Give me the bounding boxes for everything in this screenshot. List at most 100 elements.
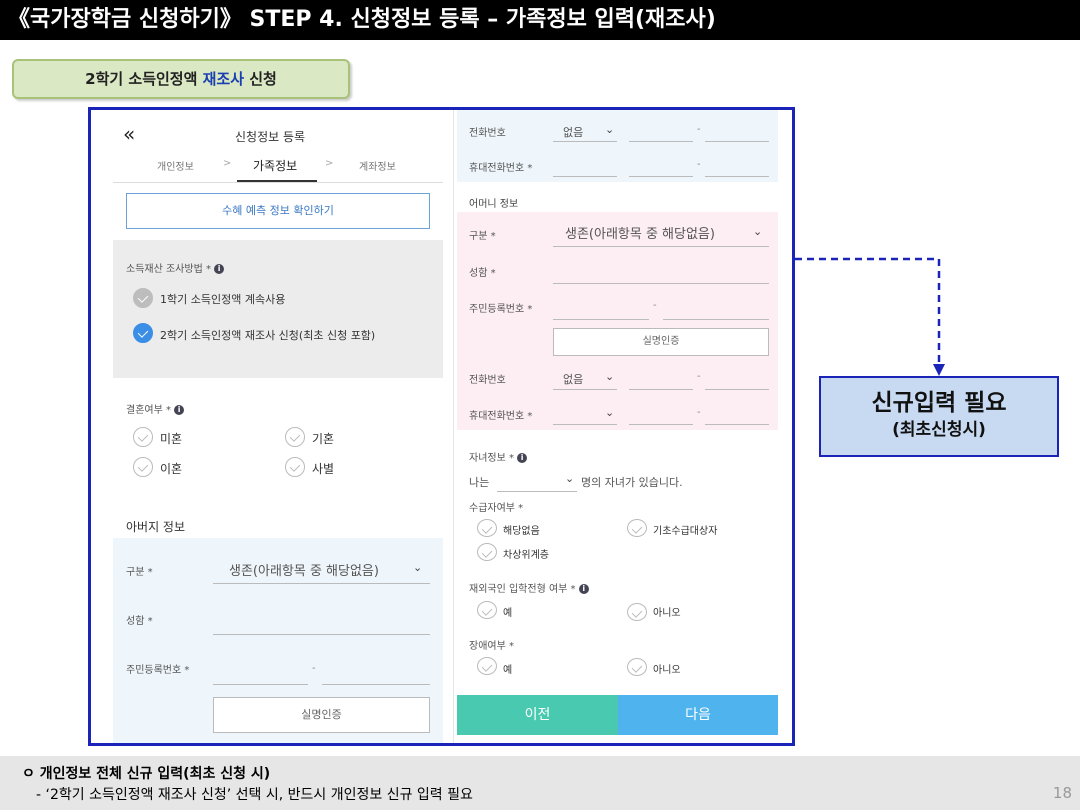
radio-survey-reinvestigate[interactable] (133, 323, 153, 343)
overseas-no: 아니오 (653, 608, 681, 619)
section-tag: 2학기 소득인정액 재조사 신청 (12, 59, 350, 99)
info-icon: i (517, 453, 528, 463)
children-label: 자녀정보 * i (469, 449, 528, 464)
next-button[interactable]: 다음 (618, 695, 778, 735)
radio-survey-keep[interactable] (133, 288, 153, 308)
app-title: 신청정보 등록 (235, 130, 306, 144)
mother-mobile-prefix-select[interactable] (553, 424, 617, 425)
radio-welfare-nearpoor[interactable] (477, 543, 497, 561)
app-screenshot-frame: « 신청정보 등록 개인정보 > 가족정보 > 계좌정보 수혜 예측 정보 확인… (88, 107, 795, 746)
step-account[interactable]: 계좌정보 (359, 158, 396, 173)
welfare-basic: 기초수급대상자 (653, 526, 718, 537)
father-phone-label: 전화번호 (469, 128, 506, 139)
survey-option-keep: 1학기 소득인정액 계속사용 (160, 293, 286, 306)
radio-overseas-no[interactable] (627, 603, 647, 621)
mother-name-label: 성함 * (469, 268, 496, 279)
father-mobile-mid-input[interactable] (629, 176, 693, 177)
children-count-select[interactable] (497, 491, 577, 492)
chevron-down-icon: ⌄ (605, 123, 615, 136)
mother-phone-mid-input[interactable] (629, 389, 693, 390)
father-phone-select[interactable]: 없음 (563, 124, 583, 140)
father-verify-button[interactable]: 실명인증 (213, 697, 430, 733)
field-underline (553, 141, 617, 142)
mother-mobile-last-input[interactable] (705, 424, 769, 425)
right-panel: 전화번호 없음 ⌄ - 휴대전화번호 * - 어머니 정보 구분 * 생존(아래… (457, 110, 778, 743)
field-underline (213, 583, 430, 584)
father-phone-last-input[interactable] (705, 141, 769, 142)
mother-mobile-mid-input[interactable] (629, 424, 693, 425)
radio-divorced[interactable] (133, 457, 153, 477)
mother-ssn-back-input[interactable] (663, 319, 769, 320)
back-icon[interactable]: « (123, 122, 135, 146)
field-underline (553, 246, 769, 247)
chevron-down-icon: ⌄ (753, 225, 763, 238)
marriage-widowed: 사별 (312, 462, 335, 476)
divider (113, 182, 443, 183)
info-icon: i (578, 584, 589, 594)
survey-option-reinvestigate: 2학기 소득인정액 재조사 신청(최초 신청 포함) (160, 329, 376, 342)
father-mobile-last-input[interactable] (705, 176, 769, 177)
page-title: 《국가장학금 신청하기》 STEP 4. 신청정보 등록 – 가족정보 입력(재… (0, 0, 1080, 40)
callout-box: 신규입력 필요 (최초신청시) (819, 376, 1059, 457)
chevron-down-icon: ⌄ (413, 561, 423, 574)
page-number: 18 (1052, 784, 1072, 802)
mother-ssn-front-input[interactable] (553, 319, 649, 320)
father-name-label: 성함 * (126, 616, 153, 627)
ssn-dash: - (653, 300, 657, 311)
step-personal[interactable]: 개인정보 (157, 158, 194, 173)
radio-welfare-basic[interactable] (627, 519, 647, 537)
radio-disability-yes[interactable] (477, 657, 497, 675)
dash: - (697, 407, 701, 418)
marriage-label: 결혼여부 * i (126, 401, 185, 416)
welfare-label: 수급자여부 * (469, 503, 524, 514)
father-ssn-front-input[interactable] (213, 684, 308, 685)
marriage-single: 미혼 (160, 432, 183, 446)
children-suffix: 명의 자녀가 있습니다. (581, 476, 683, 489)
children-prefix: 나는 (469, 476, 490, 489)
callout-line2: (최초신청시) (892, 420, 986, 440)
left-panel: « 신청정보 등록 개인정보 > 가족정보 > 계좌정보 수혜 예측 정보 확인… (113, 110, 443, 743)
father-name-input[interactable] (213, 634, 430, 635)
mother-phone-last-input[interactable] (705, 389, 769, 390)
radio-single[interactable] (133, 427, 153, 447)
radio-widowed[interactable] (285, 457, 305, 477)
father-type-select[interactable]: 생존(아래항목 중 해당없음) (229, 560, 379, 579)
disability-no: 아니오 (653, 665, 681, 676)
radio-overseas-yes[interactable] (477, 601, 497, 619)
welfare-none: 해당없음 (503, 526, 540, 537)
step-separator: > (325, 158, 334, 169)
radio-welfare-none[interactable] (477, 519, 497, 537)
father-mobile-prefix-select[interactable] (553, 176, 617, 177)
father-section-title: 아버지 정보 (126, 520, 186, 534)
father-mobile-label: 휴대전화번호 * (469, 163, 533, 174)
radio-married[interactable] (285, 427, 305, 447)
footer-note-detail: - ‘2학기 소득인정액 재조사 신청’ 선택 시, 반드시 개인정보 신규 입… (36, 787, 473, 803)
dash: - (697, 159, 701, 170)
father-ssn-back-input[interactable] (322, 684, 430, 685)
footer-notes: ㅇ 개인정보 전체 신규 입력(최초 신청 시) - ‘2학기 소득인정액 재조… (0, 756, 1080, 810)
disability-yes: 예 (503, 665, 513, 676)
welfare-nearpoor: 차상위계층 (503, 550, 549, 561)
father-type-label: 구분 * (126, 567, 153, 578)
step-family[interactable]: 가족정보 (253, 157, 297, 174)
mother-mobile-label: 휴대전화번호 * (469, 411, 533, 422)
mother-phone-select[interactable]: 없음 (563, 371, 583, 387)
disability-label: 장애여부 * (469, 641, 514, 652)
mother-type-label: 구분 * (469, 231, 496, 242)
callout-line1: 신규입력 필요 (871, 390, 1007, 416)
check-benefit-button[interactable]: 수혜 예측 정보 확인하기 (126, 193, 430, 229)
radio-disability-no[interactable] (627, 658, 647, 676)
overseas-yes: 예 (503, 608, 513, 619)
mother-phone-label: 전화번호 (469, 375, 506, 386)
prev-button[interactable]: 이전 (457, 695, 618, 735)
ssn-dash: - (312, 663, 316, 674)
father-phone-mid-input[interactable] (629, 141, 693, 142)
mother-name-input[interactable] (553, 283, 769, 284)
mother-type-select[interactable]: 생존(아래항목 중 해당없음) (565, 223, 715, 242)
footer-note-title: ㅇ 개인정보 전체 신규 입력(최초 신청 시) (22, 766, 271, 782)
column-divider (453, 110, 454, 743)
info-icon: i (214, 264, 225, 274)
field-underline (553, 389, 617, 390)
father-ssn-label: 주민등록번호 * (126, 665, 190, 676)
mother-verify-button[interactable]: 실명인증 (553, 328, 769, 356)
